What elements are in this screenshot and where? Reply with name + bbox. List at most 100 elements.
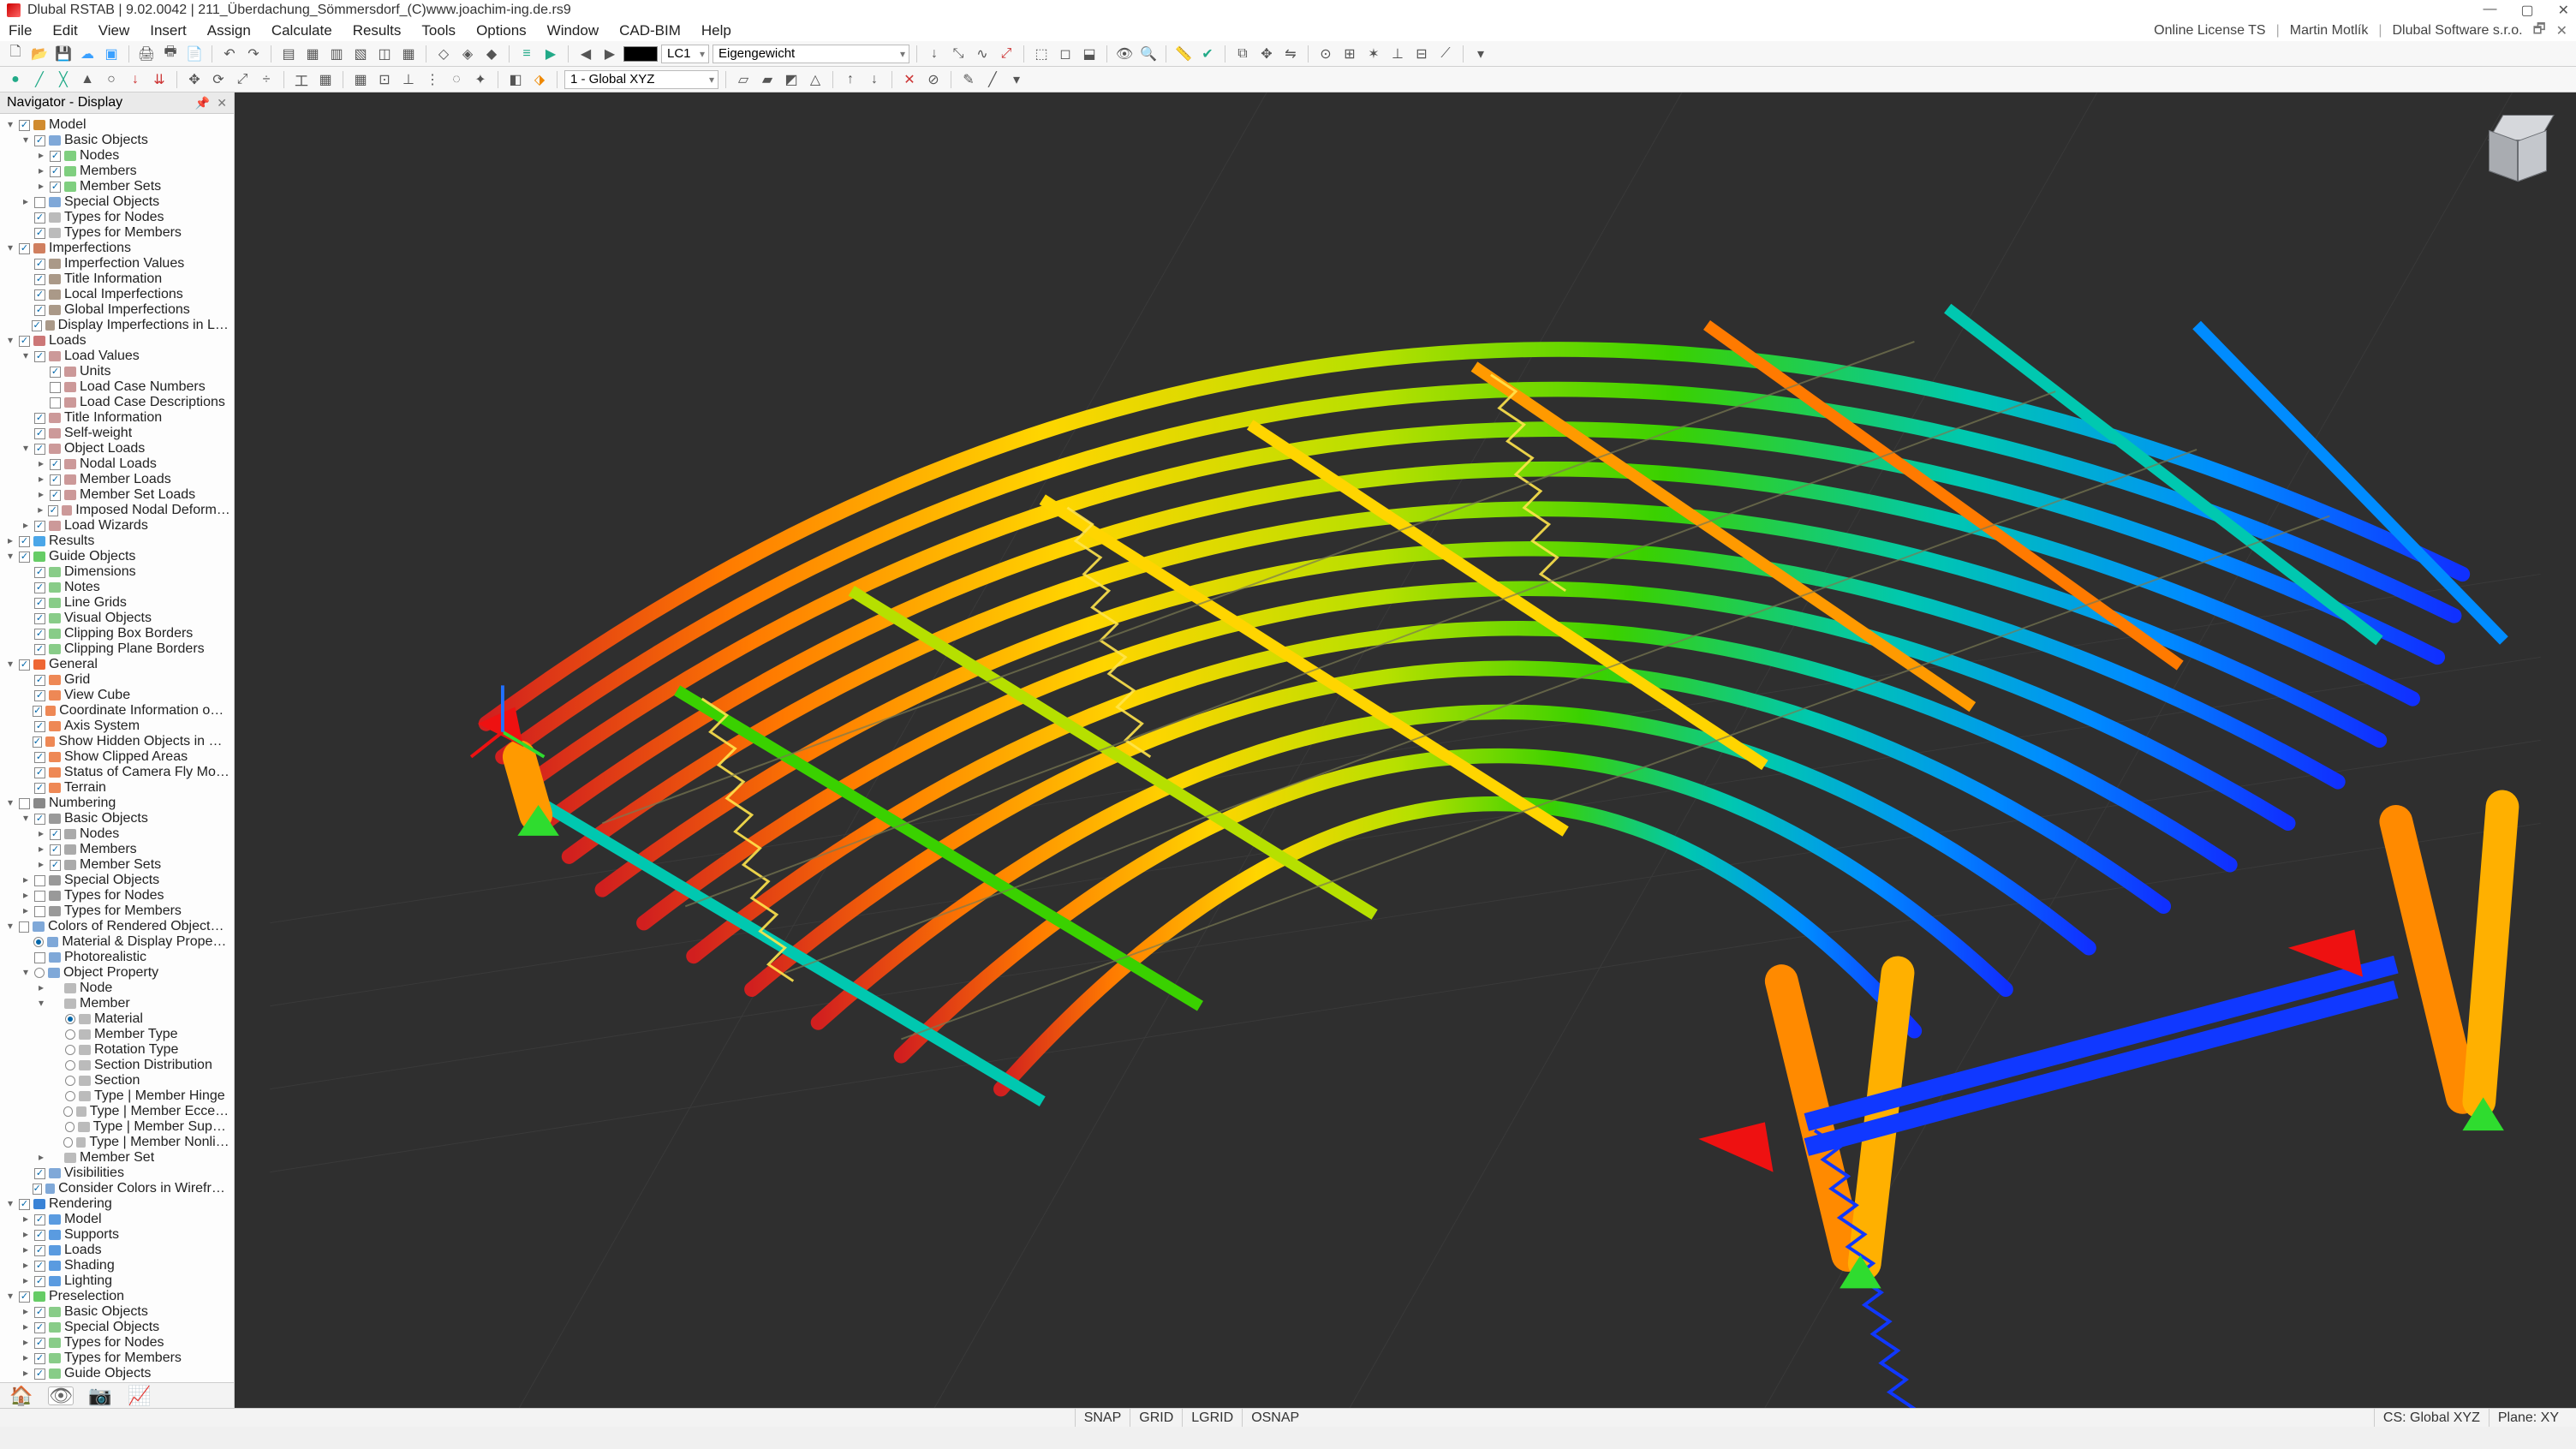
cloud-icon[interactable]: ☁ [77,44,98,64]
expand-arrow-icon[interactable]: ▸ [21,196,31,208]
tree-radio[interactable] [33,937,44,947]
expand-arrow-icon[interactable]: ▾ [21,967,31,979]
tree-item[interactable]: ▾Model [2,117,234,133]
cancel-icon[interactable]: ✕ [899,69,920,90]
select-icon[interactable]: ⬚ [1031,44,1052,64]
tree-item[interactable]: Show Hidden Objects in Backgro... [2,734,234,749]
tree-item[interactable]: Load Case Numbers [2,379,234,395]
tree-radio[interactable] [65,1045,75,1055]
menu-view[interactable]: View [98,22,130,39]
expand-arrow-icon[interactable]: ▸ [36,504,45,516]
solid-icon[interactable]: ◆ [481,44,502,64]
tree-checkbox[interactable] [50,151,61,162]
status-lgrid[interactable]: LGRID [1182,1409,1242,1427]
snap-toggle-icon[interactable]: ⊡ [374,69,395,90]
expand-arrow-icon[interactable]: ▾ [21,350,31,362]
menu-insert[interactable]: Insert [150,22,187,39]
grid-toggle-icon[interactable]: ▦ [350,69,371,90]
tables-icon[interactable]: ▦ [398,44,419,64]
tree-checkbox[interactable] [34,289,45,301]
coordinate-system-combo[interactable]: 1 - Global XYZ [564,70,719,89]
support-icon[interactable]: ▲ [77,69,98,90]
tree-checkbox[interactable] [34,613,45,624]
pin-icon[interactable]: 📌 [195,96,210,110]
tree-item[interactable]: ▾Object Property [2,965,234,981]
tree-item[interactable]: ▸Basic Objects [2,1304,234,1320]
tree-radio[interactable] [63,1137,72,1148]
tree-item[interactable]: Notes [2,580,234,595]
material-icon[interactable]: ▦ [315,69,336,90]
expand-arrow-icon[interactable]: ▾ [5,1198,15,1210]
tree-item[interactable]: Clipping Box Borders [2,626,234,641]
tree-item[interactable]: ▾Rendering [2,1196,234,1212]
expand-arrow-icon[interactable]: ▾ [21,443,31,455]
tree-checkbox[interactable] [19,243,30,254]
tree-checkbox[interactable] [34,690,45,701]
tree-item[interactable]: ▾Basic Objects [2,133,234,148]
expand-arrow-icon[interactable]: ▾ [5,921,15,933]
minimize-button[interactable]: — [2483,2,2496,19]
snap-grid-icon[interactable]: ⊟ [1411,44,1432,64]
tree-checkbox[interactable] [19,536,30,547]
tree-item[interactable]: ▸Member Set Loads [2,487,234,503]
tree-checkbox[interactable] [34,1322,45,1333]
expand-arrow-icon[interactable]: ▸ [21,874,31,886]
tree-radio[interactable] [65,1091,75,1101]
show-results-icon[interactable]: ⤡ [948,44,969,64]
tree-checkbox[interactable] [34,875,45,886]
tree-checkbox[interactable] [34,212,45,224]
tree-item[interactable]: Global Imperfections [2,302,234,318]
expand-arrow-icon[interactable]: ▸ [21,890,31,902]
tree-item[interactable]: ▸Loads [2,1243,234,1258]
divide-icon[interactable]: ÷ [256,69,277,90]
tree-checkbox[interactable] [19,1199,30,1210]
calculate-all-icon[interactable]: ▶ [540,44,561,64]
tree-item[interactable]: Local Imperfections [2,287,234,302]
tree-item[interactable]: ▸Types for Members [2,1351,234,1366]
expand-arrow-icon[interactable]: ▸ [36,181,46,193]
dynamic-input-icon[interactable]: ◌ [446,69,467,90]
tree-item[interactable]: ▾Load Values [2,349,234,364]
plane-3pt-icon[interactable]: △ [805,69,826,90]
tree-item[interactable]: ▸Shading [2,1258,234,1273]
menu-tools[interactable]: Tools [421,22,456,39]
prev-loadcase-icon[interactable]: ◀ [575,44,596,64]
line-draw-icon[interactable]: ╱ [982,69,1003,90]
tree-item[interactable]: Material & Display Properties [2,934,234,950]
tree-checkbox[interactable] [48,505,58,516]
open-file-icon[interactable]: 📂 [29,44,50,64]
tree-item[interactable]: Units [2,364,234,379]
tree-checkbox[interactable] [34,1307,45,1318]
tree-checkbox[interactable] [34,413,45,424]
new-file-icon[interactable]: 🗋 [5,44,26,64]
tree-checkbox[interactable] [34,629,45,640]
child-restore-icon[interactable]: 🗗 [2533,20,2546,43]
tree-checkbox[interactable] [34,1168,45,1179]
tree-checkbox[interactable] [50,166,61,177]
expand-arrow-icon[interactable]: ▸ [36,1152,46,1164]
tree-checkbox[interactable] [34,1276,45,1287]
tree-checkbox[interactable] [34,814,45,825]
guideline-icon[interactable]: ⋮ [422,69,443,90]
plane-yz-icon[interactable]: ◩ [781,69,802,90]
finish-icon[interactable]: ⊘ [923,69,944,90]
tree-checkbox[interactable] [34,305,45,316]
expand-arrow-icon[interactable]: ▸ [36,844,46,856]
tree-item[interactable]: Coordinate Information on Cursor [2,703,234,719]
tree-checkbox[interactable] [19,336,30,347]
tree-checkbox[interactable] [34,428,45,439]
section-icon[interactable]: 工 [291,69,312,90]
undo-icon[interactable]: ↶ [219,44,240,64]
expand-arrow-icon[interactable]: ▾ [5,119,15,131]
tree-checkbox[interactable] [34,567,45,578]
view-cube[interactable] [2484,111,2557,185]
tree-item[interactable]: Title Information [2,271,234,287]
tree-item[interactable]: Consider Colors in Wireframe Mo... [2,1181,234,1196]
tree-item[interactable]: ▸Nodes [2,148,234,164]
menu-calculate[interactable]: Calculate [271,22,332,39]
tree-item[interactable]: ▸Lighting [2,1273,234,1289]
loadcase-prefix-combo[interactable]: LC1 [661,45,709,63]
move-tool-icon[interactable]: ✥ [184,69,205,90]
deformations-icon[interactable]: ∿ [972,44,993,64]
visibility-icon[interactable]: 👁 [1114,44,1135,64]
